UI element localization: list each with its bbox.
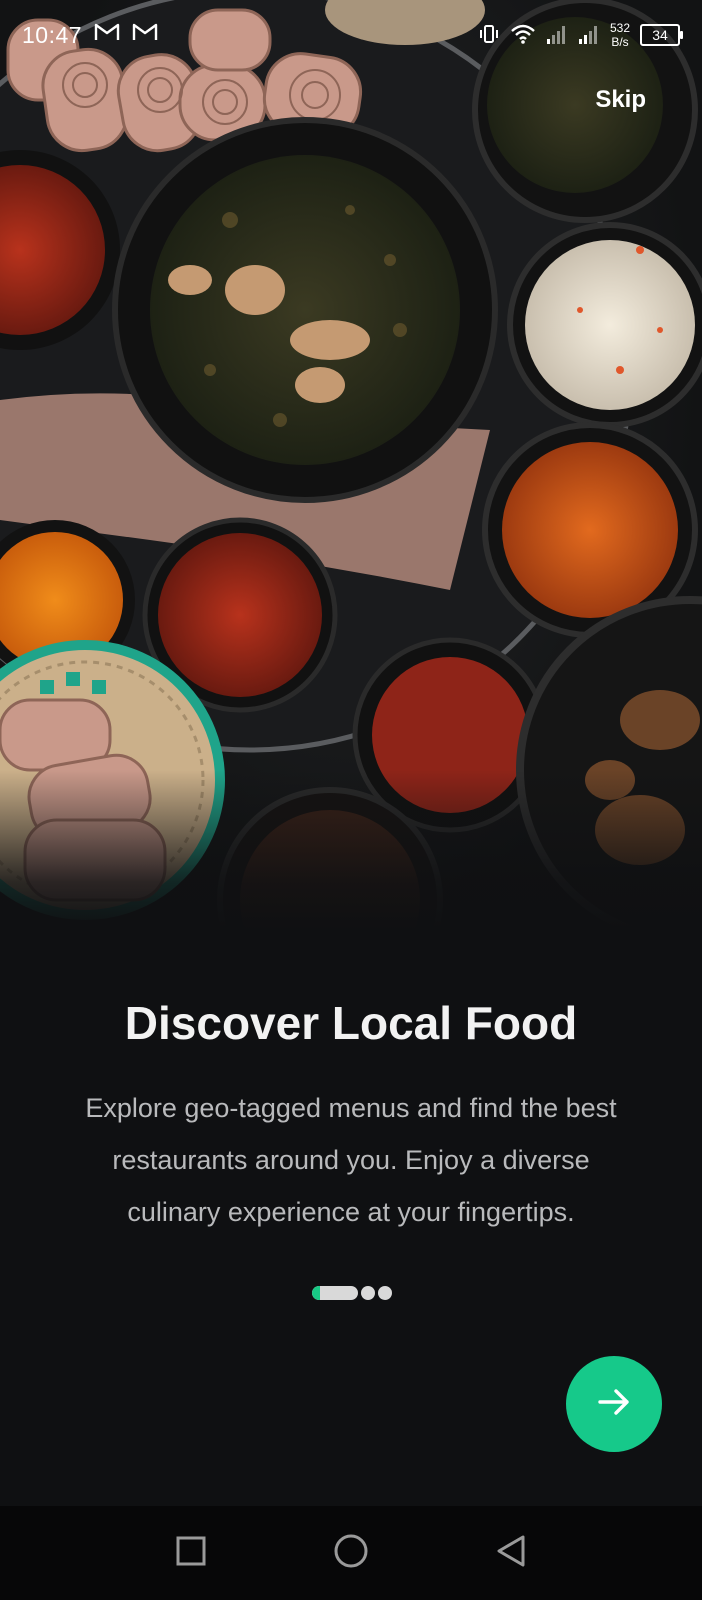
page-indicator (312, 1286, 392, 1300)
signal-icon (578, 23, 600, 48)
battery-icon: 34 (640, 24, 683, 46)
status-bar: 10:47 532 B/s 34 (0, 0, 702, 70)
navigation-bar (0, 1506, 702, 1600)
recents-square-icon (175, 1535, 207, 1572)
signal-icon (546, 23, 568, 48)
vibrate-icon (478, 23, 500, 48)
home-circle-icon (333, 1533, 369, 1574)
hero-food-image (0, 0, 702, 930)
recents-button[interactable] (171, 1533, 211, 1573)
back-triangle-icon (495, 1534, 527, 1573)
description-line: culinary experience at your fingertips. (127, 1197, 575, 1227)
wifi-icon (510, 23, 536, 48)
home-button[interactable] (331, 1533, 371, 1573)
status-time: 10:47 (22, 21, 83, 48)
onboarding-description: Explore geo-tagged menus and find the be… (40, 1082, 662, 1238)
hero-gradient-fade (0, 770, 702, 930)
page-indicator-active (312, 1286, 358, 1300)
gmail-icon (94, 22, 120, 48)
page-indicator-dot[interactable] (361, 1286, 375, 1300)
status-left: 10:47 (22, 22, 158, 49)
battery-level: 34 (652, 27, 668, 43)
onboarding-title: Discover Local Food (124, 997, 578, 1049)
next-button[interactable] (566, 1356, 662, 1452)
status-right: 532 B/s 34 (478, 21, 683, 49)
gmail-icon (132, 22, 158, 48)
network-speed: 532 B/s (610, 21, 630, 49)
back-button[interactable] (491, 1533, 531, 1573)
description-line: restaurants around you. Enjoy a diverse (112, 1145, 590, 1175)
description-line: Explore geo-tagged menus and find the be… (85, 1093, 617, 1123)
network-speed-unit: B/s (611, 35, 629, 49)
skip-button[interactable]: Skip (595, 86, 646, 114)
page-indicator-dot[interactable] (378, 1286, 392, 1300)
arrow-right-icon (595, 1383, 633, 1426)
network-speed-value: 532 (609, 21, 630, 35)
